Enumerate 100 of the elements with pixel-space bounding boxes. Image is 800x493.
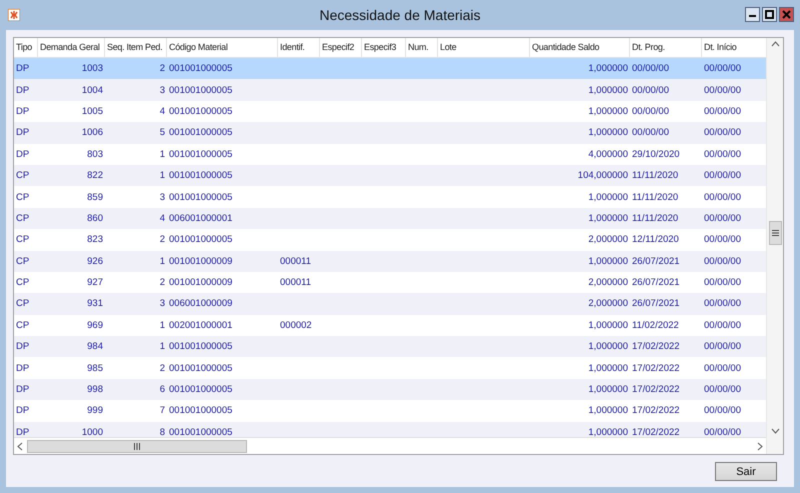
table-cell-text: 1003	[80, 63, 104, 74]
table-row[interactable]: CP 860 4 006001000001 1,000000 11/11/2020 00/00/00	[14, 208, 766, 230]
table-cell-text: 999	[86, 405, 104, 416]
minimize-button[interactable]	[745, 6, 760, 22]
table-row[interactable]: CP 926 1 001001000009 000011 1,000000 26/07/2021 00/00/00	[14, 250, 766, 272]
vertical-scrollbar[interactable]	[766, 38, 783, 454]
table-row[interactable]: DP 998 6 001001000005 1,000000 17/02/2022 00/00/00	[14, 378, 766, 400]
table-cell-text: 26/07/2021	[631, 256, 681, 267]
table-cell-text: 2,000000	[587, 298, 629, 310]
table-cell-text: 969	[86, 320, 104, 331]
table-cell-text: 7	[158, 405, 166, 416]
table-cell-text: 00/00/00	[703, 192, 742, 203]
table-cell-text: 1,000000	[587, 106, 629, 117]
table-cell-text: 823	[86, 234, 104, 246]
scroll-thumb[interactable]	[768, 221, 782, 245]
table-row[interactable]: CP 822 1 001001000005 104,000000 11/11/2020 00/00/00	[14, 164, 766, 186]
column-header[interactable]: Especif2	[320, 38, 362, 57]
table-cell-text: 2,000000	[587, 234, 629, 246]
table-cell-text: 001001000005	[168, 63, 234, 74]
table-cell-text: 00/00/00	[703, 212, 742, 224]
table-cell-text: 2	[158, 277, 166, 288]
maximize-button[interactable]	[762, 6, 777, 22]
column-header[interactable]: Especif3	[362, 38, 406, 57]
table-cell-text: DP	[15, 405, 30, 416]
table-cell-text: 29/10/2020	[631, 148, 681, 160]
table-cell-text: 803	[86, 148, 104, 160]
table-cell-text: 11/02/2022	[631, 320, 680, 331]
table-cell-text: 17/02/2022	[631, 362, 681, 374]
table-cell-text: DP	[15, 106, 30, 117]
table-cell-text: 00/00/00	[703, 426, 742, 437]
table-cell-text: 1	[158, 170, 166, 182]
column-header[interactable]: Dt. Prog.	[630, 38, 702, 57]
horizontal-scrollbar[interactable]	[14, 437, 766, 454]
table-cell-text: 859	[86, 192, 104, 203]
column-header[interactable]: Identif.	[278, 38, 320, 57]
close-button[interactable]	[779, 6, 794, 22]
table-cell-text: 00/00/00	[703, 256, 742, 267]
table-cell-text: 4	[158, 106, 166, 117]
minimize-icon	[749, 15, 756, 17]
table-cell-text: 001001000005	[168, 192, 234, 203]
table-cell-text: CP	[15, 234, 30, 246]
table-row[interactable]: DP 1006 5 001001000005 1,000000 00/00/00 00/00/00	[14, 122, 766, 144]
table-cell-text: 2	[158, 234, 166, 246]
table-row[interactable]: DP 1000 8 001001000005 1,000000 17/02/2022 00/00/00	[14, 422, 766, 437]
table-cell-text: DP	[15, 362, 30, 374]
table-cell-text: DP	[15, 341, 30, 352]
table-cell-text: 00/00/00	[703, 320, 742, 331]
table-cell-text: 00/00/00	[703, 170, 742, 182]
table-row[interactable]: DP 1004 3 001001000005 1,000000 00/00/00 00/00/00	[14, 79, 766, 101]
table-cell-text: 26/07/2021	[631, 277, 681, 288]
table-cell-text: 17/02/2022	[631, 405, 681, 416]
table-cell-text: 00/00/00	[703, 362, 742, 374]
table-cell-text: 12/11/2020	[631, 234, 680, 246]
table-cell-text: 5	[158, 127, 166, 138]
column-header[interactable]: Seq. Item Ped.	[105, 38, 167, 57]
table-cell-text: 998	[86, 384, 104, 396]
table-row[interactable]: DP 984 1 001001000005 1,000000 17/02/2022 00/00/00	[14, 336, 766, 358]
maximize-icon	[765, 10, 774, 18]
table-cell-text: 17/02/2022	[631, 426, 681, 437]
table-cell-text: 931	[86, 298, 104, 310]
table-cell-text: 00/00/00	[703, 84, 742, 96]
table-cell-text: 001001000005	[168, 362, 234, 374]
table-cell-text: CP	[15, 192, 30, 203]
table-cell-text: CP	[15, 212, 30, 224]
table-cell-text: 000002	[279, 320, 313, 331]
table-row[interactable]: DP 1003 2 001001000005 1,000000 00/00/00 00/00/00	[14, 58, 766, 80]
table-cell-text: 3	[158, 298, 166, 310]
table-cell-text: 00/00/00	[631, 84, 670, 96]
table-cell-text: CP	[15, 320, 30, 331]
table-cell-text: 1,000000	[587, 212, 629, 224]
column-header[interactable]: Quantidade Saldo	[530, 38, 630, 57]
table-cell-text: 927	[86, 277, 104, 288]
table-cell-text: DP	[15, 384, 30, 396]
column-header[interactable]: Demanda Geral	[38, 38, 105, 57]
table-cell-text: 11/11/2020	[631, 212, 680, 224]
table-cell-text: 26/07/2021	[631, 298, 681, 310]
table-cell-text: 822	[86, 170, 104, 182]
table-cell-text: 006001000001	[168, 212, 234, 224]
exit-button[interactable]: Sair	[715, 462, 777, 481]
column-header[interactable]: Num.	[406, 38, 438, 57]
table-cell-text: CP	[15, 298, 30, 310]
table-cell-text: 1,000000	[587, 127, 629, 138]
scroll-thumb[interactable]	[27, 440, 247, 452]
table-cell-text: 2	[158, 362, 166, 374]
column-header[interactable]: Lote	[438, 38, 530, 57]
table-cell-text: CP	[15, 170, 30, 182]
table-cell-text: 00/00/00	[703, 341, 742, 352]
column-header[interactable]: Código Material	[167, 38, 278, 57]
column-header[interactable]: Tipo	[14, 38, 38, 57]
table-cell-text: 00/00/00	[703, 63, 742, 74]
table-cell-text: 1004	[80, 84, 104, 96]
close-icon	[782, 10, 791, 18]
table-cell-text: DP	[15, 63, 30, 74]
table-cell-text: 001001000009	[168, 277, 234, 288]
table-row[interactable]: CP 931 3 006001000009 2,000000 26/07/2021 00/00/00	[14, 293, 766, 315]
table-cell-text: 17/02/2022	[631, 341, 681, 352]
window-title: Necessidade de Materiais	[319, 7, 481, 23]
table-cell-text: 000011	[279, 256, 312, 267]
table-cell-text: 001001000009	[168, 256, 234, 267]
table-cell-text: 1005	[80, 106, 104, 117]
